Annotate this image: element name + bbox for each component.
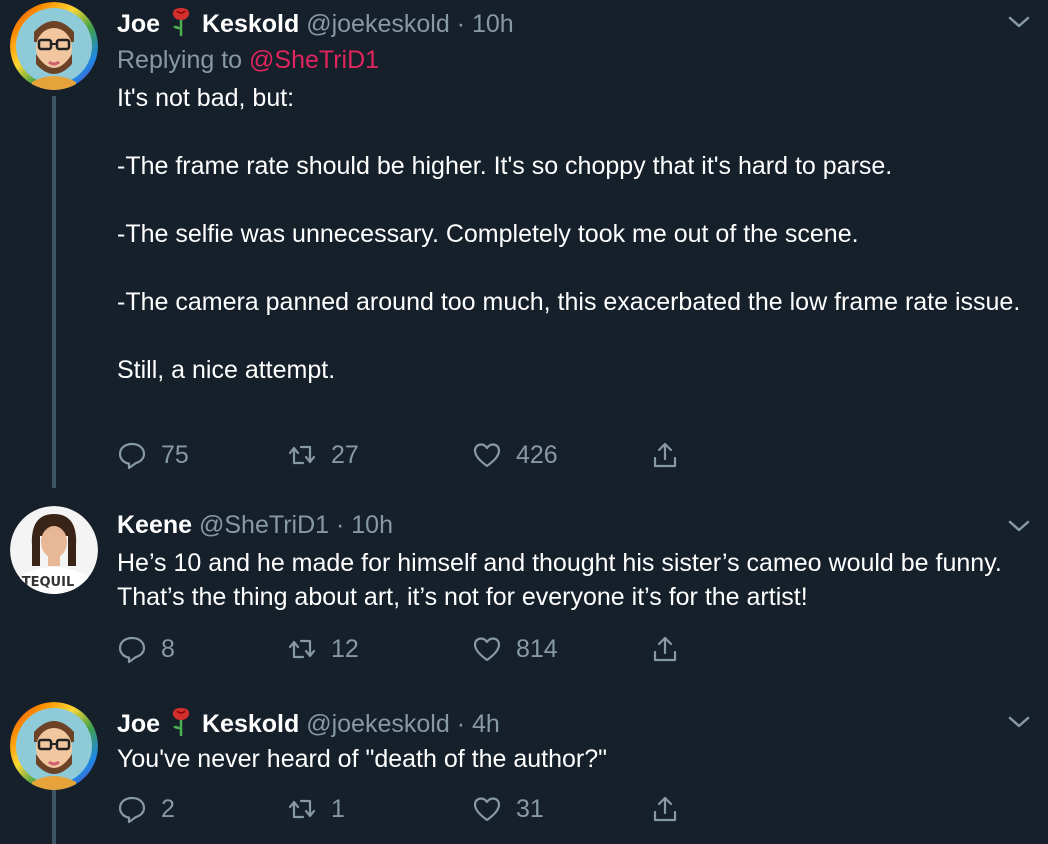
- reply-count: 75: [161, 440, 189, 469]
- retweet-button[interactable]: 27: [287, 438, 359, 472]
- tweet-body: It's not bad, but: -The frame rate shoul…: [117, 81, 1037, 387]
- reply-icon: [118, 442, 146, 470]
- display-name[interactable]: Keene: [117, 511, 192, 539]
- tweet-paragraph: Still, a nice attempt.: [117, 356, 336, 384]
- retweet-count: 1: [331, 794, 345, 823]
- tweet-paragraph: -The selfie was unnecessary. Completely …: [117, 220, 859, 248]
- display-name-last[interactable]: Keskold: [202, 710, 299, 738]
- replying-to-label: Replying to: [117, 46, 243, 74]
- tweet-paragraph: You've never heard of "death of the auth…: [117, 745, 608, 773]
- retweet-button[interactable]: 1: [287, 792, 345, 826]
- tweet-paragraph: -The frame rate should be higher. It's s…: [117, 152, 893, 180]
- replying-to-handle-link[interactable]: @SheTriD1: [249, 46, 379, 74]
- chevron-down-icon[interactable]: [1006, 12, 1032, 32]
- heart-icon: [473, 637, 501, 662]
- tweet-header: Joe Keskold @joekeskold · 4h: [117, 706, 500, 743]
- share-button[interactable]: [650, 632, 680, 666]
- tweet-paragraph: He’s 10 and he made for himself and thou…: [117, 549, 1002, 611]
- display-name-last[interactable]: Keskold: [202, 10, 299, 38]
- rose-emoji-icon: [169, 6, 193, 43]
- tweet-time[interactable]: · 4h: [457, 710, 500, 738]
- share-icon: [653, 442, 677, 468]
- retweet-icon: [288, 445, 316, 465]
- reply-icon: [118, 636, 146, 664]
- reply-button[interactable]: 2: [117, 792, 175, 826]
- tweet-body: You've never heard of "death of the auth…: [117, 742, 1037, 776]
- like-count: 426: [516, 440, 558, 469]
- user-handle[interactable]: @SheTriD1: [199, 511, 329, 539]
- retweet-count: 12: [331, 634, 359, 663]
- rose-emoji-icon: [169, 706, 193, 743]
- heart-icon: [473, 443, 501, 468]
- tweet-header: Keene @SheTriD1 · 10h: [117, 510, 393, 540]
- like-button[interactable]: 31: [472, 792, 544, 826]
- tweet-paragraph: It's not bad, but:: [117, 84, 295, 112]
- share-button[interactable]: [650, 438, 680, 472]
- retweet-icon: [288, 639, 316, 659]
- tweet-joe-1[interactable]: Joe Keskold @joekeskold · 10h Replying t…: [0, 0, 1048, 496]
- retweet-count: 27: [331, 440, 359, 469]
- reply-icon: [118, 796, 146, 824]
- chevron-down-icon[interactable]: [1006, 712, 1032, 732]
- chevron-down-icon[interactable]: [1006, 516, 1032, 536]
- thread-line: [52, 96, 56, 488]
- avatar-keene[interactable]: TEQUIL: [10, 506, 98, 594]
- avatar-shirt-text: TEQUIL: [22, 575, 74, 590]
- tweet-paragraph: -The camera panned around too much, this…: [117, 288, 1021, 316]
- tweet-time[interactable]: · 10h: [336, 511, 393, 539]
- retweet-icon: [288, 799, 316, 819]
- thread-line: [52, 788, 56, 844]
- like-button[interactable]: 814: [472, 632, 558, 666]
- tweet-time[interactable]: · 10h: [457, 10, 514, 38]
- user-handle[interactable]: @joekeskold: [306, 710, 450, 738]
- retweet-button[interactable]: 12: [287, 632, 359, 666]
- replying-to: Replying to @SheTriD1: [117, 45, 379, 75]
- reply-count: 2: [161, 794, 175, 823]
- share-icon: [653, 636, 677, 662]
- reply-button[interactable]: 8: [117, 632, 175, 666]
- user-handle[interactable]: @joekeskold: [306, 10, 450, 38]
- tweet-joe-2[interactable]: Joe Keskold @joekeskold · 4h You've neve…: [0, 692, 1048, 844]
- like-button[interactable]: 426: [472, 438, 558, 472]
- reply-count: 8: [161, 634, 175, 663]
- avatar-joe[interactable]: [10, 2, 98, 90]
- tweet-body: He’s 10 and he made for himself and thou…: [117, 546, 1037, 614]
- tweet-keene[interactable]: TEQUIL Keene @SheTriD1 · 10h He’s 10 and…: [0, 496, 1048, 692]
- heart-icon: [473, 797, 501, 822]
- display-name-first[interactable]: Joe: [117, 710, 160, 738]
- tweet-header: Joe Keskold @joekeskold · 10h: [117, 6, 514, 43]
- display-name-first[interactable]: Joe: [117, 10, 160, 38]
- like-count: 31: [516, 794, 544, 823]
- share-button[interactable]: [650, 792, 680, 826]
- avatar-joe[interactable]: [10, 702, 98, 790]
- like-count: 814: [516, 634, 558, 663]
- reply-button[interactable]: 75: [117, 438, 189, 472]
- share-icon: [653, 796, 677, 822]
